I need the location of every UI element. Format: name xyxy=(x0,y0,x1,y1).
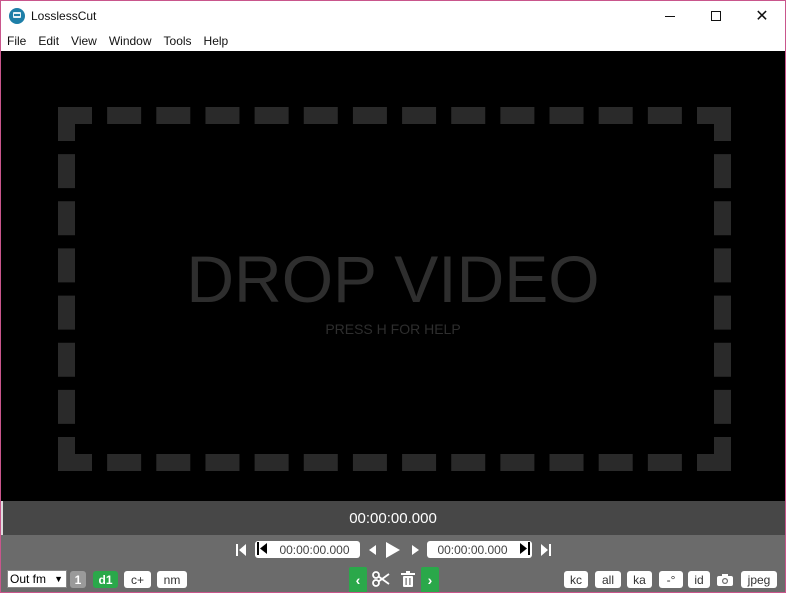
skip-start-icon xyxy=(236,543,246,556)
cut-end-time-field[interactable]: 00:00:00.000 xyxy=(427,541,532,558)
jump-to-end-button[interactable] xyxy=(539,541,553,558)
app-logo-icon xyxy=(9,8,25,24)
prev-frame-icon xyxy=(368,544,376,555)
minimize-icon xyxy=(665,15,675,17)
scissors-icon xyxy=(372,571,390,587)
menu-help[interactable]: Help xyxy=(204,34,229,48)
chevron-left-icon: ‹ xyxy=(355,572,361,588)
close-button[interactable]: ✕ xyxy=(739,1,785,31)
prev-segment-button[interactable]: ‹ xyxy=(349,567,367,592)
screenshot-button[interactable] xyxy=(715,571,735,588)
jpeg-button[interactable]: jpeg xyxy=(741,571,777,588)
camera-icon xyxy=(717,574,733,586)
drop-video-text: DROP VIDEO xyxy=(186,242,600,316)
video-drop-area[interactable]: DROP VIDEO PRESS H FOR HELP xyxy=(1,51,785,501)
cut-start-icon[interactable] xyxy=(255,541,269,558)
menu-window[interactable]: Window xyxy=(109,34,152,48)
trash-icon xyxy=(401,571,415,587)
app-window: LosslessCut ✕ File Edit View Window Tool… xyxy=(0,0,786,593)
cut-end-icon[interactable] xyxy=(518,541,532,558)
menu-bar: File Edit View Window Tools Help xyxy=(1,31,785,51)
offset-button[interactable]: -° xyxy=(659,571,683,588)
minimize-button[interactable] xyxy=(647,1,693,31)
menu-tools[interactable]: Tools xyxy=(164,34,192,48)
d1-button[interactable]: d1 xyxy=(93,571,118,588)
segment-number-badge[interactable]: 1 xyxy=(70,571,86,588)
chevron-down-icon: ▼ xyxy=(54,574,63,584)
ka-button[interactable]: ka xyxy=(627,571,652,588)
delete-segment-button[interactable] xyxy=(399,569,417,589)
next-frame-icon xyxy=(411,544,419,555)
id-button[interactable]: id xyxy=(688,571,710,588)
maximize-button[interactable] xyxy=(693,1,739,31)
cut-end-time[interactable]: 00:00:00.000 xyxy=(427,543,518,557)
timeline-bar[interactable]: 00:00:00.000 xyxy=(1,501,785,535)
output-format-select[interactable]: Out fm ▼ xyxy=(7,570,67,588)
cut-button[interactable] xyxy=(371,569,391,589)
cut-start-time-field[interactable]: 00:00:00.000 xyxy=(255,541,360,558)
nm-button[interactable]: nm xyxy=(157,571,187,588)
maximize-icon xyxy=(711,11,721,21)
title-bar: LosslessCut ✕ xyxy=(1,1,785,31)
play-icon xyxy=(386,542,400,558)
help-hint-text: PRESS H FOR HELP xyxy=(325,321,461,337)
jump-to-start-button[interactable] xyxy=(234,541,248,558)
playhead-marker[interactable] xyxy=(1,501,3,535)
play-button[interactable] xyxy=(384,540,402,560)
chevron-right-icon: › xyxy=(427,572,433,588)
next-segment-button[interactable]: › xyxy=(421,567,439,592)
close-icon: ✕ xyxy=(755,8,769,25)
menu-view[interactable]: View xyxy=(71,34,97,48)
output-format-value: Out fm xyxy=(10,572,47,586)
kc-button[interactable]: kc xyxy=(564,571,588,588)
controls-bar: 00:00:00.000 00:00:00.000 Out fm ▼ 1 d1 … xyxy=(1,535,785,592)
menu-file[interactable]: File xyxy=(7,34,26,48)
skip-end-icon xyxy=(541,543,551,556)
cplus-button[interactable]: c+ xyxy=(124,571,151,588)
menu-edit[interactable]: Edit xyxy=(38,34,59,48)
cut-start-time[interactable]: 00:00:00.000 xyxy=(269,543,360,557)
next-frame-button[interactable] xyxy=(409,541,421,558)
all-button[interactable]: all xyxy=(595,571,621,588)
current-time-display: 00:00:00.000 xyxy=(349,509,437,527)
window-title: LosslessCut xyxy=(31,9,97,23)
prev-frame-button[interactable] xyxy=(366,541,378,558)
